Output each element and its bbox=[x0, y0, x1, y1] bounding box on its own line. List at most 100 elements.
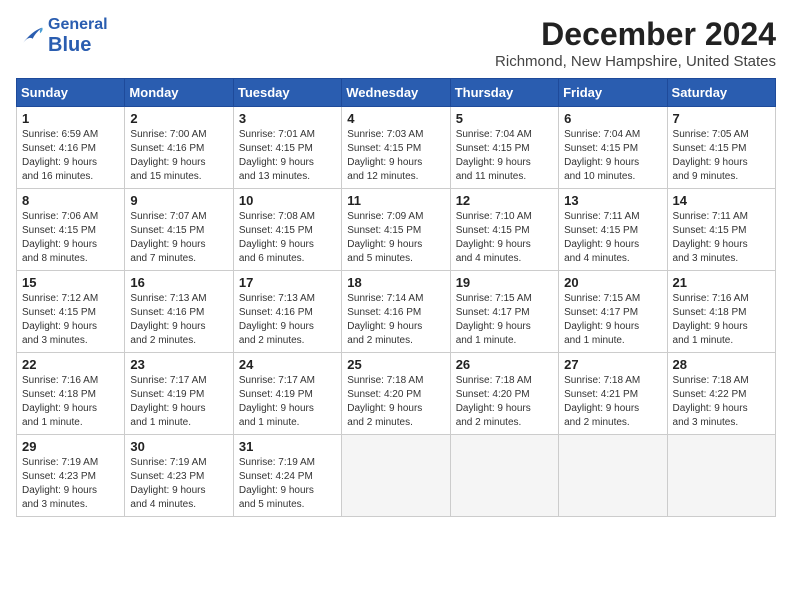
day-number: 12 bbox=[456, 193, 553, 208]
calendar-cell: 26Sunrise: 7:18 AM Sunset: 4:20 PM Dayli… bbox=[450, 353, 558, 435]
location-title: Richmond, New Hampshire, United States bbox=[495, 53, 776, 70]
calendar-cell: 10 Sunrise: 7:08 AM Sunset: 4:15 PM Dayli… bbox=[233, 189, 341, 271]
header: General Blue December 2024 Richmond, New… bbox=[16, 16, 776, 70]
calendar-cell bbox=[342, 435, 450, 517]
day-number: 31 bbox=[239, 439, 336, 454]
calendar-cell: 15 Sunrise: 7:12 AM Sunset: 4:15 PM Dayli… bbox=[17, 271, 125, 353]
day-detail: Sunrise: 7:00 AM Sunset: 4:16 PM Dayligh… bbox=[130, 128, 227, 184]
calendar-cell: 20 Sunrise: 7:15 AM Sunset: 4:17 PM Dayli… bbox=[559, 271, 667, 353]
day-detail: Sunrise: 7:03 AM Sunset: 4:15 PM Dayligh… bbox=[347, 128, 444, 184]
day-number: 21 bbox=[673, 275, 770, 290]
calendar-cell: 25 Sunrise: 7:18 AM Sunset: 4:20 PM Dayli… bbox=[342, 353, 450, 435]
calendar-cell: 9Sunrise: 7:07 AM Sunset: 4:15 PM Daylig… bbox=[125, 189, 233, 271]
day-detail: Sunrise: 7:17 AM Sunset: 4:19 PM Dayligh… bbox=[239, 374, 336, 430]
calendar-cell: 16Sunrise: 7:13 AM Sunset: 4:16 PM Dayli… bbox=[125, 271, 233, 353]
calendar-cell: 30 Sunrise: 7:19 AM Sunset: 4:23 PM Dayli… bbox=[125, 435, 233, 517]
calendar-cell: 6 Sunrise: 7:04 AM Sunset: 4:15 PM Daylig… bbox=[559, 107, 667, 189]
day-number: 4 bbox=[347, 111, 444, 126]
day-detail: Sunrise: 7:05 AM Sunset: 4:15 PM Dayligh… bbox=[673, 128, 770, 184]
day-number: 30 bbox=[130, 439, 227, 454]
day-detail: Sunrise: 6:59 AM Sunset: 4:16 PM Dayligh… bbox=[22, 128, 119, 184]
day-detail: Sunrise: 7:16 AM Sunset: 4:18 PM Dayligh… bbox=[22, 374, 119, 430]
day-detail: Sunrise: 7:19 AM Sunset: 4:23 PM Dayligh… bbox=[22, 456, 119, 512]
week-row-5: 29Sunrise: 7:19 AM Sunset: 4:23 PM Dayli… bbox=[17, 435, 776, 517]
week-row-4: 22Sunrise: 7:16 AM Sunset: 4:18 PM Dayli… bbox=[17, 353, 776, 435]
day-detail: Sunrise: 7:14 AM Sunset: 4:16 PM Dayligh… bbox=[347, 292, 444, 348]
day-number: 6 bbox=[564, 111, 661, 126]
day-detail: Sunrise: 7:01 AM Sunset: 4:15 PM Dayligh… bbox=[239, 128, 336, 184]
col-header-sunday: Sunday bbox=[17, 79, 125, 107]
calendar-table: SundayMondayTuesdayWednesdayThursdayFrid… bbox=[16, 78, 776, 517]
col-header-thursday: Thursday bbox=[450, 79, 558, 107]
logo: General Blue bbox=[16, 16, 108, 56]
day-detail: Sunrise: 7:10 AM Sunset: 4:15 PM Dayligh… bbox=[456, 210, 553, 266]
day-number: 20 bbox=[564, 275, 661, 290]
calendar-cell: 24 Sunrise: 7:17 AM Sunset: 4:19 PM Dayli… bbox=[233, 353, 341, 435]
day-number: 25 bbox=[347, 357, 444, 372]
day-detail: Sunrise: 7:12 AM Sunset: 4:15 PM Dayligh… bbox=[22, 292, 119, 348]
calendar-cell: 18Sunrise: 7:14 AM Sunset: 4:16 PM Dayli… bbox=[342, 271, 450, 353]
col-header-wednesday: Wednesday bbox=[342, 79, 450, 107]
calendar-cell: 31 Sunrise: 7:19 AM Sunset: 4:24 PM Dayli… bbox=[233, 435, 341, 517]
day-detail: Sunrise: 7:11 AM Sunset: 4:15 PM Dayligh… bbox=[564, 210, 661, 266]
logo-icon bbox=[16, 22, 44, 50]
day-number: 15 bbox=[22, 275, 119, 290]
day-detail: Sunrise: 7:04 AM Sunset: 4:15 PM Dayligh… bbox=[564, 128, 661, 184]
week-row-2: 8Sunrise: 7:06 AM Sunset: 4:15 PM Daylig… bbox=[17, 189, 776, 271]
calendar-cell: 29Sunrise: 7:19 AM Sunset: 4:23 PM Dayli… bbox=[17, 435, 125, 517]
logo-text: General Blue bbox=[48, 16, 108, 56]
calendar-cell: 8Sunrise: 7:06 AM Sunset: 4:15 PM Daylig… bbox=[17, 189, 125, 271]
col-header-monday: Monday bbox=[125, 79, 233, 107]
calendar-cell: 11 Sunrise: 7:09 AM Sunset: 4:15 PM Dayli… bbox=[342, 189, 450, 271]
calendar-cell: 14Sunrise: 7:11 AM Sunset: 4:15 PM Dayli… bbox=[667, 189, 775, 271]
day-number: 8 bbox=[22, 193, 119, 208]
calendar-cell: 1 Sunrise: 6:59 AM Sunset: 4:16 PM Daylig… bbox=[17, 107, 125, 189]
calendar-cell: 12 Sunrise: 7:10 AM Sunset: 4:15 PM Dayli… bbox=[450, 189, 558, 271]
day-detail: Sunrise: 7:18 AM Sunset: 4:20 PM Dayligh… bbox=[347, 374, 444, 430]
day-detail: Sunrise: 7:18 AM Sunset: 4:21 PM Dayligh… bbox=[564, 374, 661, 430]
calendar-cell: 2 Sunrise: 7:00 AM Sunset: 4:16 PM Daylig… bbox=[125, 107, 233, 189]
day-detail: Sunrise: 7:08 AM Sunset: 4:15 PM Dayligh… bbox=[239, 210, 336, 266]
day-number: 5 bbox=[456, 111, 553, 126]
day-detail: Sunrise: 7:11 AM Sunset: 4:15 PM Dayligh… bbox=[673, 210, 770, 266]
day-number: 2 bbox=[130, 111, 227, 126]
day-detail: Sunrise: 7:09 AM Sunset: 4:15 PM Dayligh… bbox=[347, 210, 444, 266]
day-number: 3 bbox=[239, 111, 336, 126]
day-detail: Sunrise: 7:19 AM Sunset: 4:23 PM Dayligh… bbox=[130, 456, 227, 512]
day-number: 28 bbox=[673, 357, 770, 372]
calendar-cell bbox=[667, 435, 775, 517]
day-number: 24 bbox=[239, 357, 336, 372]
week-row-1: 1 Sunrise: 6:59 AM Sunset: 4:16 PM Daylig… bbox=[17, 107, 776, 189]
col-header-friday: Friday bbox=[559, 79, 667, 107]
calendar-cell bbox=[559, 435, 667, 517]
calendar-cell: 21 Sunrise: 7:16 AM Sunset: 4:18 PM Dayli… bbox=[667, 271, 775, 353]
day-detail: Sunrise: 7:18 AM Sunset: 4:22 PM Dayligh… bbox=[673, 374, 770, 430]
day-detail: Sunrise: 7:18 AM Sunset: 4:20 PM Dayligh… bbox=[456, 374, 553, 430]
day-number: 17 bbox=[239, 275, 336, 290]
day-number: 16 bbox=[130, 275, 227, 290]
calendar-cell: 22Sunrise: 7:16 AM Sunset: 4:18 PM Dayli… bbox=[17, 353, 125, 435]
day-number: 19 bbox=[456, 275, 553, 290]
day-detail: Sunrise: 7:04 AM Sunset: 4:15 PM Dayligh… bbox=[456, 128, 553, 184]
calendar-cell: 19 Sunrise: 7:15 AM Sunset: 4:17 PM Dayli… bbox=[450, 271, 558, 353]
calendar-cell: 13 Sunrise: 7:11 AM Sunset: 4:15 PM Dayli… bbox=[559, 189, 667, 271]
calendar-cell: 23Sunrise: 7:17 AM Sunset: 4:19 PM Dayli… bbox=[125, 353, 233, 435]
day-number: 23 bbox=[130, 357, 227, 372]
calendar-cell: 17Sunrise: 7:13 AM Sunset: 4:16 PM Dayli… bbox=[233, 271, 341, 353]
calendar-cell: 28 Sunrise: 7:18 AM Sunset: 4:22 PM Dayli… bbox=[667, 353, 775, 435]
day-number: 1 bbox=[22, 111, 119, 126]
week-row-3: 15 Sunrise: 7:12 AM Sunset: 4:15 PM Dayli… bbox=[17, 271, 776, 353]
day-detail: Sunrise: 7:15 AM Sunset: 4:17 PM Dayligh… bbox=[456, 292, 553, 348]
day-detail: Sunrise: 7:16 AM Sunset: 4:18 PM Dayligh… bbox=[673, 292, 770, 348]
day-detail: Sunrise: 7:19 AM Sunset: 4:24 PM Dayligh… bbox=[239, 456, 336, 512]
day-detail: Sunrise: 7:15 AM Sunset: 4:17 PM Dayligh… bbox=[564, 292, 661, 348]
header-row: SundayMondayTuesdayWednesdayThursdayFrid… bbox=[17, 79, 776, 107]
day-number: 10 bbox=[239, 193, 336, 208]
day-number: 11 bbox=[347, 193, 444, 208]
day-number: 27 bbox=[564, 357, 661, 372]
calendar-cell: 3 Sunrise: 7:01 AM Sunset: 4:15 PM Daylig… bbox=[233, 107, 341, 189]
calendar-cell bbox=[450, 435, 558, 517]
calendar-cell: 4 Sunrise: 7:03 AM Sunset: 4:15 PM Daylig… bbox=[342, 107, 450, 189]
day-number: 13 bbox=[564, 193, 661, 208]
day-detail: Sunrise: 7:07 AM Sunset: 4:15 PM Dayligh… bbox=[130, 210, 227, 266]
